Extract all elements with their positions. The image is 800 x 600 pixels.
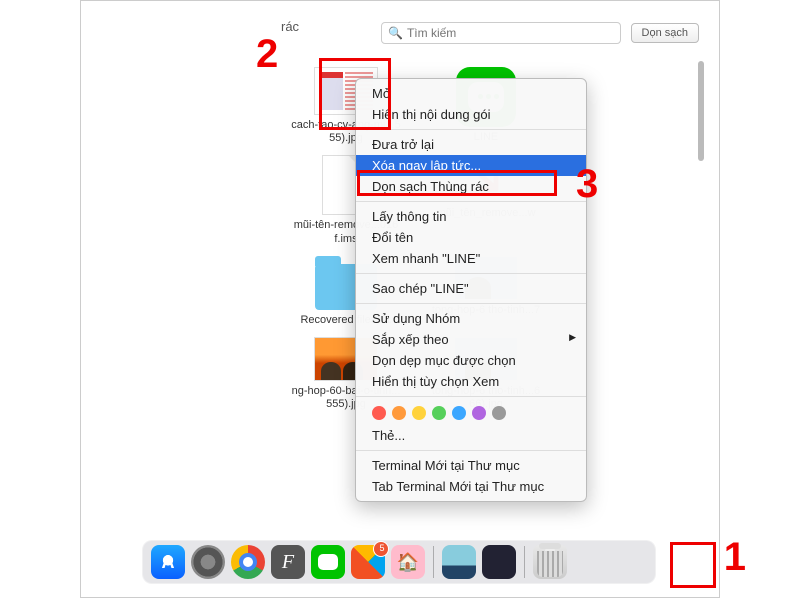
menu-tags-row bbox=[356, 401, 586, 425]
dock-chrome-icon[interactable] bbox=[231, 545, 265, 579]
dock-line-icon[interactable] bbox=[311, 545, 345, 579]
menu-separator bbox=[356, 273, 586, 274]
dock-microsoft-icon[interactable] bbox=[351, 545, 385, 579]
tag-green[interactable] bbox=[432, 406, 446, 420]
toolbar: 🔍 Dọn sạch bbox=[271, 19, 699, 47]
menu-separator bbox=[356, 450, 586, 451]
dock-home-icon[interactable]: 🏠 bbox=[391, 545, 425, 579]
menu-separator bbox=[356, 303, 586, 304]
context-menu: Mở Hiển thị nội dung gói Đưa trở lại Xóa… bbox=[355, 78, 587, 502]
tag-yellow[interactable] bbox=[412, 406, 426, 420]
search-input[interactable] bbox=[407, 26, 614, 40]
menu-get-info[interactable]: Lấy thông tin bbox=[356, 206, 586, 227]
menu-open[interactable]: Mở bbox=[356, 83, 586, 104]
dock-minimized-window-icon[interactable] bbox=[442, 545, 476, 579]
search-field[interactable]: 🔍 bbox=[381, 22, 621, 44]
menu-put-back[interactable]: Đưa trở lại bbox=[356, 134, 586, 155]
menu-rename[interactable]: Đổi tên bbox=[356, 227, 586, 248]
menu-show-package-contents[interactable]: Hiển thị nội dung gói bbox=[356, 104, 586, 125]
dock-separator bbox=[433, 546, 434, 578]
tag-blue[interactable] bbox=[452, 406, 466, 420]
dock-trash-icon[interactable] bbox=[533, 545, 567, 579]
dock-app-store-icon[interactable] bbox=[151, 545, 185, 579]
tag-purple[interactable] bbox=[472, 406, 486, 420]
menu-copy[interactable]: Sao chép "LINE" bbox=[356, 278, 586, 299]
tag-red[interactable] bbox=[372, 406, 386, 420]
menu-use-groups[interactable]: Sử dụng Nhóm bbox=[356, 308, 586, 329]
dock-font-app-icon[interactable]: F bbox=[271, 545, 305, 579]
search-icon: 🔍 bbox=[388, 26, 403, 40]
tag-gray[interactable] bbox=[492, 406, 506, 420]
scrollbar-thumb[interactable] bbox=[698, 61, 704, 161]
annotation-number-1: 1 bbox=[724, 535, 746, 580]
menu-show-view-options[interactable]: Hiển thị tùy chọn Xem bbox=[356, 371, 586, 392]
dock-separator bbox=[524, 546, 525, 578]
menu-separator bbox=[356, 129, 586, 130]
menu-delete-immediately[interactable]: Xóa ngay lập tức... bbox=[356, 155, 586, 176]
menu-tags[interactable]: Thẻ... bbox=[356, 425, 586, 446]
menu-quick-look[interactable]: Xem nhanh "LINE" bbox=[356, 248, 586, 269]
empty-trash-button[interactable]: Dọn sạch bbox=[631, 23, 699, 43]
menu-empty-trash[interactable]: Dọn sạch Thùng rác bbox=[356, 176, 586, 197]
menu-new-terminal[interactable]: Terminal Mới tại Thư mục bbox=[356, 455, 586, 476]
menu-sort-by[interactable]: Sắp xếp theo bbox=[356, 329, 586, 350]
dock-system-preferences-icon[interactable] bbox=[191, 545, 225, 579]
menu-clean-up-selection[interactable]: Dọn dẹp mục được chọn bbox=[356, 350, 586, 371]
dock: F 🏠 bbox=[142, 540, 656, 584]
menu-separator bbox=[356, 396, 586, 397]
menu-new-terminal-tab[interactable]: Tab Terminal Mới tại Thư mục bbox=[356, 476, 586, 497]
tag-orange[interactable] bbox=[392, 406, 406, 420]
menu-separator bbox=[356, 201, 586, 202]
dock-minimized-window-icon[interactable] bbox=[482, 545, 516, 579]
